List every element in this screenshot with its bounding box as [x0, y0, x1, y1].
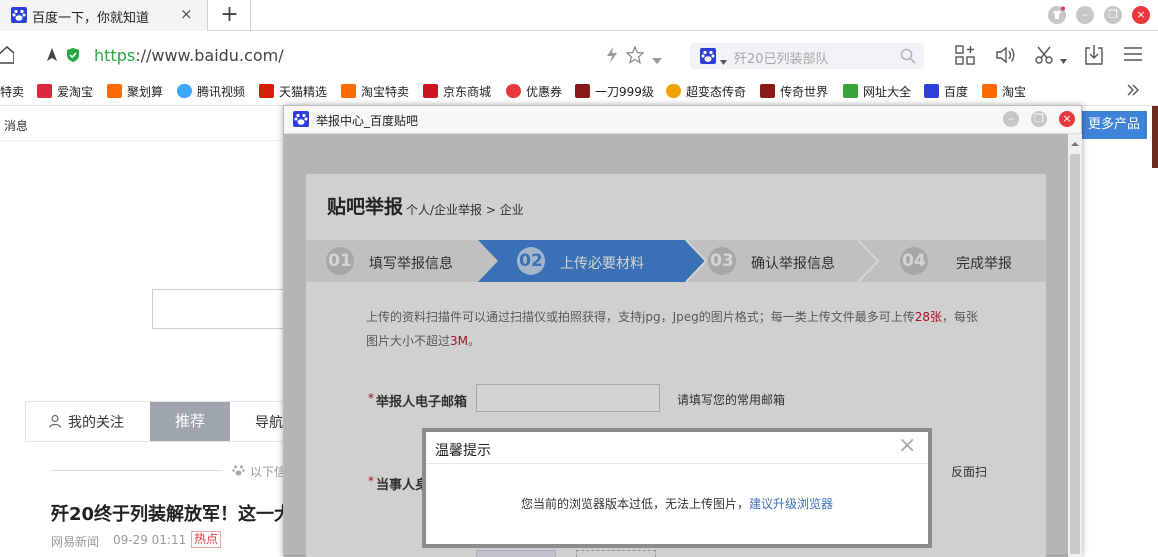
- bookmark-item[interactable]: 特卖: [0, 83, 24, 100]
- screenshot-dropdown-icon[interactable]: [1060, 53, 1067, 64]
- popup-scrollbar[interactable]: [1068, 134, 1082, 557]
- bookmarks-bar: 特卖 爱淘宝 聚划算 腾讯视频 天猫精选 淘宝特卖 京东商城 优惠券 一刀999…: [0, 79, 1158, 105]
- popup-title: 举报中心_百度贴吧: [316, 114, 419, 128]
- scissors-screenshot-icon[interactable]: [1034, 45, 1056, 65]
- bookmark-item[interactable]: 京东商城: [423, 83, 491, 100]
- hot-badge: 热点: [191, 531, 222, 548]
- tab-navigation[interactable]: 导航: [255, 412, 283, 432]
- side-panel-edge: [1152, 106, 1158, 168]
- news-title[interactable]: 歼20终于列装解放军！这一大: [51, 500, 292, 526]
- report-popup-window: 举报中心_百度贴吧 – ❐ × 贴吧举报 个人/企业举报 > 企业 01 填写举…: [283, 105, 1082, 557]
- game-icon: [575, 84, 590, 98]
- legend-world-icon: [760, 84, 775, 98]
- dialog-message: 您当前的浏览器版本过低，无法上传图片，建议升级浏览器: [520, 497, 834, 511]
- tab-title: 百度一下，你就知道: [32, 11, 150, 26]
- new-tab-button[interactable]: +: [209, 0, 251, 31]
- address-bar: https://www.baidu.com/ 歼20已列装部队: [0, 31, 1158, 79]
- minimize-window-button[interactable]: –: [1076, 6, 1094, 24]
- speaker-icon[interactable]: [995, 45, 1017, 65]
- bookmark-item[interactable]: 聚划算: [107, 83, 163, 100]
- more-products-button[interactable]: 更多产品: [1080, 111, 1147, 139]
- bookmark-item[interactable]: 优惠券: [506, 83, 562, 100]
- feed-tabs: 我的关注 推荐 导航: [25, 401, 285, 442]
- download-icon[interactable]: [1084, 44, 1104, 66]
- apps-grid-icon[interactable]: [955, 45, 975, 65]
- tab-bar: 百度一下，你就知道 × + – ❐ ×: [0, 0, 1158, 31]
- tencent-video-icon: [177, 84, 192, 98]
- popup-minimize-button[interactable]: –: [1003, 111, 1019, 127]
- lightning-icon[interactable]: [605, 47, 619, 63]
- coupon-icon: [506, 84, 521, 98]
- baidu-search-engine-icon[interactable]: [700, 48, 716, 64]
- security-lock-icon[interactable]: [44, 47, 60, 63]
- shirt-skin-icon[interactable]: [1048, 6, 1066, 24]
- taobao-icon: [982, 84, 997, 98]
- baidu-icon: [924, 84, 939, 98]
- warning-dialog: 温馨提示 × 您当前的浏览器版本过低，无法上传图片，建议升级浏览器: [422, 428, 932, 548]
- juhuasuan-icon: [107, 84, 122, 98]
- news-source: 网易新闻: [51, 535, 100, 549]
- paw-icon: [232, 464, 245, 476]
- dialog-header: 温馨提示 ×: [426, 432, 928, 464]
- tab-my-follow[interactable]: 我的关注: [26, 402, 150, 441]
- taobao-icon: [37, 84, 52, 98]
- feed-divider-line: [51, 470, 223, 471]
- bookmark-item[interactable]: 腾讯视频: [177, 83, 245, 100]
- baidu-paw-icon: [293, 111, 309, 127]
- scroll-thumb[interactable]: [1070, 154, 1080, 554]
- divider: [0, 140, 284, 141]
- bookmark-item[interactable]: 网址大全: [843, 83, 911, 100]
- tab-close-icon[interactable]: ×: [180, 5, 193, 23]
- bookmark-item[interactable]: 传奇世界: [760, 83, 828, 100]
- close-window-button[interactable]: ×: [1132, 6, 1150, 24]
- upgrade-browser-link[interactable]: 建议升级浏览器: [749, 497, 833, 511]
- chevron-double-right-icon[interactable]: [1126, 83, 1140, 97]
- hao-icon: [843, 84, 858, 98]
- dialog-close-icon[interactable]: ×: [898, 434, 916, 458]
- popup-close-button[interactable]: ×: [1059, 111, 1075, 127]
- popup-restore-button[interactable]: ❐: [1031, 111, 1047, 127]
- engine-dropdown-icon[interactable]: [720, 54, 727, 65]
- url-text[interactable]: https://www.baidu.com/: [94, 46, 284, 65]
- baidu-paw-icon: [11, 7, 27, 23]
- bookmark-item[interactable]: 一刀999级: [575, 83, 654, 100]
- browser-tab[interactable]: 百度一下，你就知道 ×: [0, 0, 208, 31]
- home-icon[interactable]: [0, 45, 15, 65]
- user-icon: [48, 414, 62, 428]
- chevron-down-icon[interactable]: [652, 53, 662, 64]
- tab-recommend[interactable]: 推荐: [150, 402, 230, 441]
- messages-link[interactable]: 消息: [4, 117, 28, 134]
- search-placeholder: 歼20已列装部队: [734, 52, 829, 67]
- bookmark-item[interactable]: 超变态传奇: [666, 83, 746, 100]
- shield-check-icon[interactable]: [65, 47, 81, 63]
- bookmark-item[interactable]: 淘宝: [982, 83, 1026, 100]
- smiley-icon: [666, 84, 681, 98]
- dialog-title: 温馨提示: [435, 443, 491, 459]
- jd-icon: [423, 84, 438, 98]
- feed-divider-text: 以下信: [250, 465, 287, 479]
- search-box[interactable]: 歼20已列装部队: [690, 43, 924, 69]
- popup-titlebar: 举报中心_百度贴吧 – ❐ ×: [284, 106, 1081, 134]
- news-time: 09-29 01:11: [113, 533, 187, 547]
- bookmark-item[interactable]: 百度: [924, 83, 968, 100]
- bookmark-item[interactable]: 天猫精选: [259, 83, 327, 100]
- bookmark-item[interactable]: 淘宝特卖: [341, 83, 409, 100]
- bookmark-item[interactable]: 爱淘宝: [37, 83, 93, 100]
- tmall-icon: [259, 84, 274, 98]
- search-input[interactable]: [152, 289, 292, 329]
- menu-hamburger-icon[interactable]: [1124, 46, 1142, 62]
- search-icon[interactable]: [900, 48, 916, 64]
- restore-window-button[interactable]: ❐: [1104, 6, 1122, 24]
- taobao-sale-icon: [341, 84, 356, 98]
- star-bookmark-icon[interactable]: [625, 45, 645, 64]
- scroll-up-icon[interactable]: [1070, 138, 1080, 148]
